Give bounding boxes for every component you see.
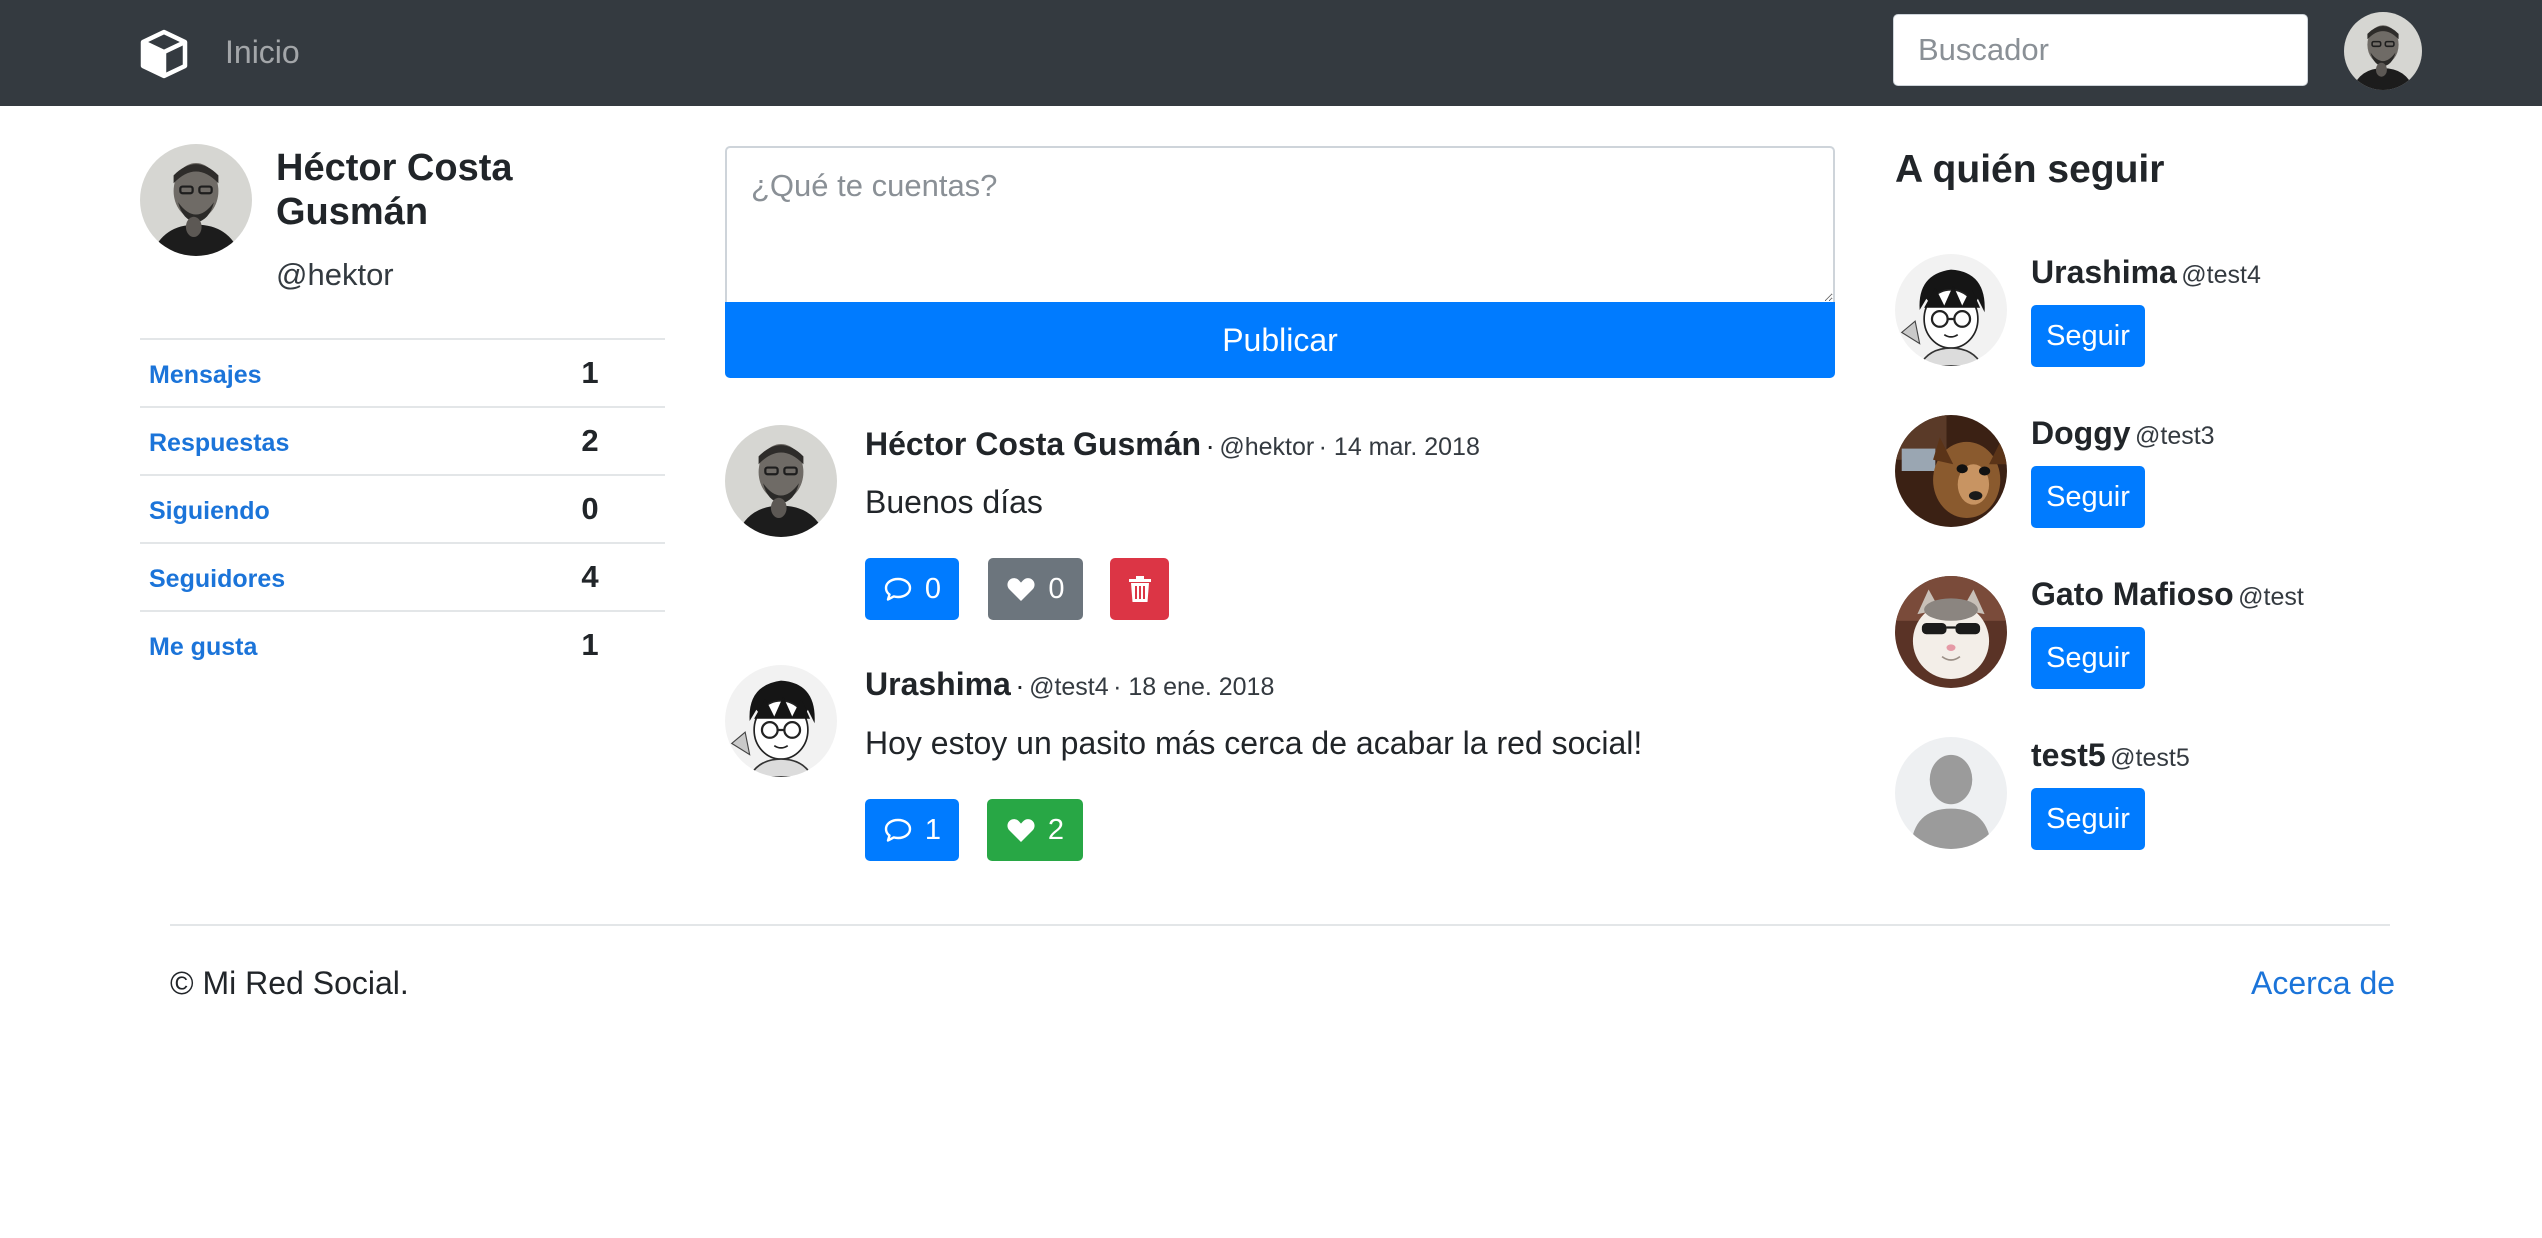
post-text: Hoy estoy un pasito más cerca de acabar … [865,725,1643,761]
post-date: · 14 mar. 2018 [1318,433,1480,461]
cube-icon[interactable] [138,28,190,80]
post-avatar[interactable] [725,665,837,777]
suggestion-name: test5 @test5 [2031,737,2190,774]
stat-link-mensajes[interactable]: Mensajes [149,360,262,390]
stat-row-respuestas: Respuestas 2 [140,408,665,476]
post-handle[interactable]: @hektor [1219,433,1314,461]
suggestion-handle: @test [2238,583,2304,611]
stat-link-seguidores[interactable]: Seguidores [149,564,285,594]
like-button[interactable]: 0 [988,558,1083,620]
post-avatar[interactable] [725,425,837,537]
post-date: · 18 ene. 2018 [1113,673,1275,701]
footer-divider [170,924,2390,926]
suggestion-display-name[interactable]: Doggy [2031,415,2131,451]
compose-textarea[interactable] [725,146,1835,304]
reply-button[interactable]: 0 [865,558,959,620]
delete-button[interactable] [1110,558,1169,620]
stat-value-mensajes: 1 [581,355,599,390]
like-button[interactable]: 2 [987,799,1083,861]
stat-value-seguidores: 4 [581,559,599,594]
suggestion-avatar[interactable] [1895,737,2007,849]
nav-home-link[interactable]: Inicio [225,30,300,74]
post-header: Urashima · @test4 · 18 ene. 2018 [865,666,1274,703]
profile-stats: Mensajes 1 Respuestas 2 Siguiendo 0 Segu… [140,338,665,680]
stat-value-siguiendo: 0 [581,491,599,526]
suggestion-name: Gato Mafioso @test [2031,576,2304,613]
profile-name: Héctor Costa Gusmán [276,147,513,233]
suggestion-avatar[interactable] [1895,254,2007,366]
post-text: Buenos días [865,484,1043,520]
post-handle[interactable]: @test4 [1029,673,1109,701]
user-avatar-menu[interactable] [2344,12,2422,90]
like-count: 2 [1047,813,1065,846]
navbar: Inicio [0,0,2542,106]
like-count: 0 [1048,572,1065,605]
stat-link-me-gusta[interactable]: Me gusta [149,632,257,662]
suggestion-avatar[interactable] [1895,576,2007,688]
suggestion-display-name[interactable]: Urashima [2031,254,2177,290]
stat-row-mensajes: Mensajes 1 [140,340,665,408]
post-separator: · [1205,430,1215,461]
suggestion-display-name[interactable]: Gato Mafioso [2031,576,2234,612]
follow-button[interactable]: Seguir [2031,466,2145,528]
comment-icon [884,577,912,601]
suggestion-name: Doggy @test3 [2031,415,2215,452]
post-author[interactable]: Héctor Costa Gusmán [865,426,1201,462]
comment-icon [884,818,912,842]
reply-button[interactable]: 1 [865,799,959,861]
trash-icon [1128,576,1151,602]
stat-row-me-gusta: Me gusta 1 [140,612,665,680]
heart-icon [1007,819,1035,842]
heart-icon [1007,578,1035,601]
stat-value-me-gusta: 1 [581,627,599,662]
suggestion-handle: @test4 [2181,261,2261,289]
reply-count: 0 [924,572,942,605]
suggestion-name: Urashima @test4 [2031,254,2261,291]
follow-button[interactable]: Seguir [2031,627,2145,689]
follow-button[interactable]: Seguir [2031,305,2145,367]
who-to-follow-title: A quién seguir [1895,148,2165,191]
suggestion-handle: @test5 [2110,744,2190,772]
reply-count: 1 [924,813,942,846]
stat-row-seguidores: Seguidores 4 [140,544,665,612]
post-header: Héctor Costa Gusmán · @hektor · 14 mar. … [865,426,1480,463]
post-author[interactable]: Urashima [865,666,1011,702]
stat-row-siguiendo: Siguiendo 0 [140,476,665,544]
follow-button[interactable]: Seguir [2031,788,2145,850]
footer-about-link[interactable]: Acerca de [2251,963,2395,1003]
footer-copyright: © Mi Red Social. [170,965,409,1001]
search-input[interactable] [1893,14,2308,86]
suggestion-handle: @test3 [2135,422,2215,450]
stat-link-siguiendo[interactable]: Siguiendo [149,496,270,526]
post-separator: · [1015,670,1025,701]
profile-avatar [140,144,252,256]
stat-value-respuestas: 2 [581,423,599,458]
publish-button[interactable]: Publicar [725,302,1835,378]
profile-handle: @hektor [276,257,394,292]
suggestion-avatar[interactable] [1895,415,2007,527]
suggestion-display-name[interactable]: test5 [2031,737,2106,773]
stat-link-respuestas[interactable]: Respuestas [149,428,289,458]
